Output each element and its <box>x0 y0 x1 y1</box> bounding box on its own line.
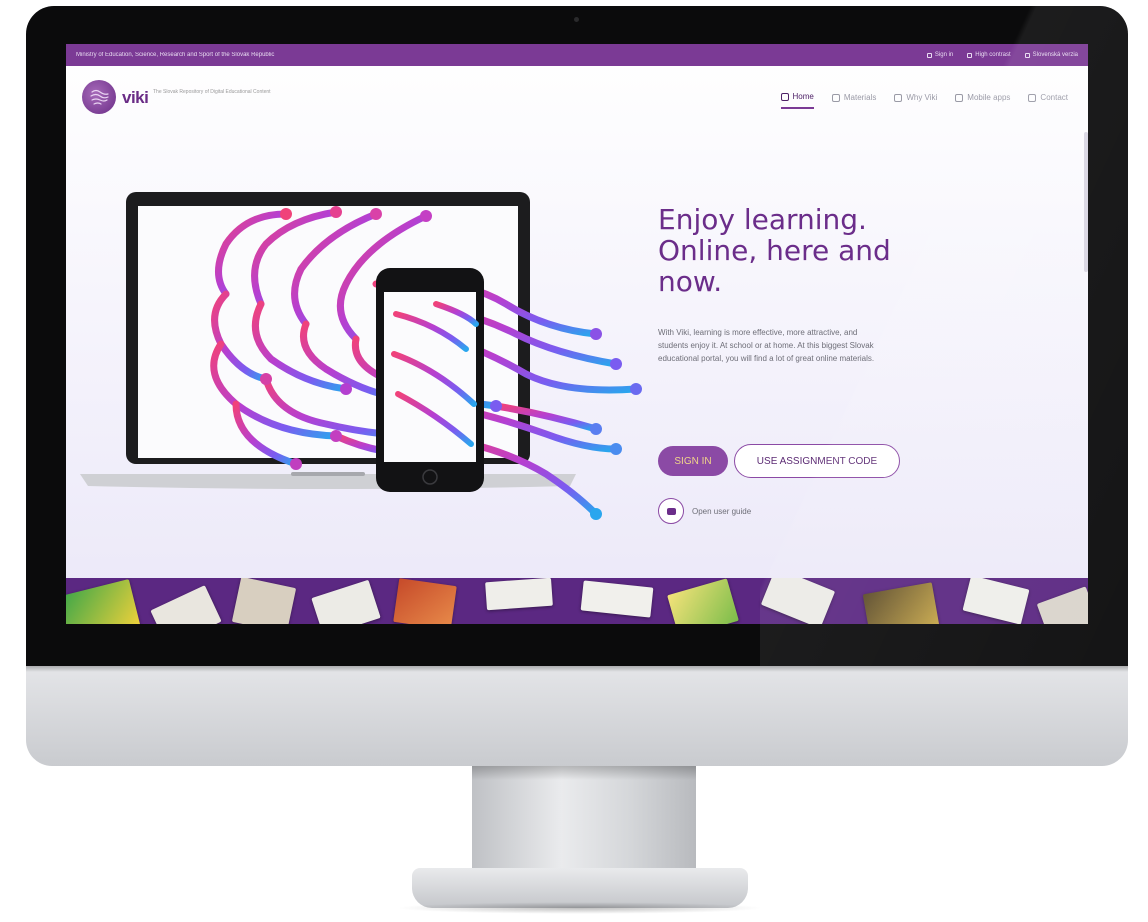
nav-label: Home <box>792 92 814 101</box>
laptop-base <box>80 474 576 489</box>
headline-line-3: now. <box>658 265 723 298</box>
ministry-link[interactable]: Ministry of Education, Science, Research… <box>76 52 927 58</box>
material-card[interactable] <box>667 578 739 624</box>
top-link-signin[interactable]: Sign in <box>926 52 954 58</box>
material-card[interactable] <box>962 578 1030 624</box>
home-icon <box>780 92 789 101</box>
stand-foot-shadow <box>396 902 764 914</box>
mail-icon <box>1028 93 1037 102</box>
top-link-contrast[interactable]: High contrast <box>967 52 1011 58</box>
main-nav: Home Materials Why Viki Mobile apps Cont… <box>780 92 1068 109</box>
language-icon <box>1024 52 1030 58</box>
nav-label: Why Viki <box>906 93 938 102</box>
hero-illustration <box>80 192 642 520</box>
material-card[interactable] <box>231 578 297 624</box>
material-card[interactable] <box>862 582 940 624</box>
mobile-icon <box>955 93 964 102</box>
nav-mobile-apps[interactable]: Mobile apps <box>955 92 1010 109</box>
logo-wordmark[interactable]: viki <box>122 88 149 108</box>
nav-contact[interactable]: Contact <box>1028 92 1068 109</box>
material-card[interactable] <box>1036 586 1088 624</box>
materials-icon <box>831 93 840 102</box>
nav-label: Contact <box>1040 93 1068 102</box>
brain-icon <box>90 89 109 105</box>
nav-home[interactable]: Home <box>780 92 814 109</box>
monitor-chin <box>26 666 1128 766</box>
hero-description: With Viki, learning is more effective, m… <box>658 328 875 363</box>
material-card[interactable] <box>393 578 457 624</box>
logo-subtitle: The Slovak Repository of Digital Educati… <box>153 89 271 95</box>
monitor-stand-neck <box>472 766 696 870</box>
stand-shadow <box>472 766 696 780</box>
material-card[interactable] <box>580 580 654 618</box>
laptop-notch <box>291 472 365 476</box>
top-link-label: Slovenská verzia <box>1032 52 1078 58</box>
user-icon <box>926 52 932 58</box>
screen: Ministry of Education, Science, Research… <box>66 44 1088 624</box>
headline-line-1: Enjoy learning. <box>658 203 867 236</box>
nav-materials[interactable]: Materials <box>831 92 877 109</box>
site-header: viki The Slovak Repository of Digital Ed… <box>66 66 1088 132</box>
top-links: Sign in High contrast Slovenská verzia <box>926 52 1078 58</box>
logo-icon[interactable] <box>82 80 116 114</box>
contrast-icon <box>967 52 973 58</box>
material-card[interactable] <box>150 585 222 624</box>
stage: Ministry of Education, Science, Research… <box>0 0 1148 922</box>
book-icon <box>658 498 684 524</box>
chin-shadow <box>26 666 1128 672</box>
material-card[interactable] <box>311 579 381 624</box>
nav-label: Materials <box>843 93 877 102</box>
materials-strip <box>66 578 1088 624</box>
headline-line-2: Online, here and <box>658 234 891 267</box>
hero-headline: Enjoy learning. Online, here and now. <box>658 204 918 297</box>
assignment-code-button[interactable]: USE ASSIGNMENT CODE <box>734 444 900 478</box>
user-guide-label: Open user guide <box>692 506 752 516</box>
top-link-label: Sign in <box>934 52 954 58</box>
nav-label: Mobile apps <box>967 93 1011 102</box>
top-bar: Ministry of Education, Science, Research… <box>66 44 1088 66</box>
why-icon <box>894 93 903 102</box>
material-card[interactable] <box>66 579 141 624</box>
top-link-label: High contrast <box>975 52 1011 58</box>
sign-in-button[interactable]: SIGN IN <box>658 446 728 476</box>
user-guide-link[interactable]: Open user guide <box>658 498 751 524</box>
nav-why-viki[interactable]: Why Viki <box>894 92 937 109</box>
top-link-language[interactable]: Slovenská verzia <box>1024 52 1078 58</box>
material-card[interactable] <box>485 578 553 611</box>
material-card[interactable] <box>760 578 836 624</box>
scrollbar[interactable] <box>1084 132 1088 272</box>
camera-icon <box>574 17 579 22</box>
